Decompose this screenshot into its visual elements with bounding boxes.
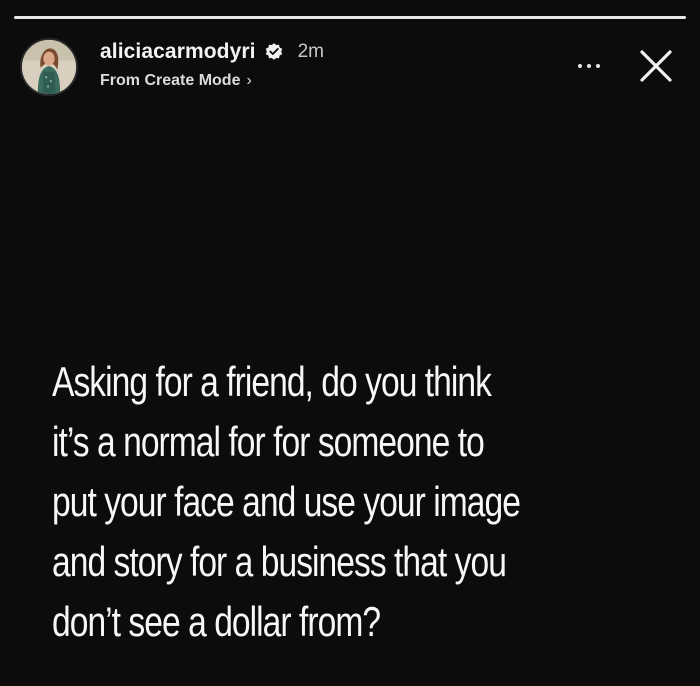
post-time: 2m (297, 41, 324, 62)
caption-line: Asking for a friend, do you think (52, 358, 492, 405)
progress-segment (14, 16, 686, 19)
caption-line: don’t see a dollar from? (52, 598, 381, 645)
story-header: aliciacarmodyri 2m From Create Mode › (20, 38, 680, 98)
more-dot (596, 64, 600, 68)
verified-badge-icon (264, 42, 284, 62)
story-viewer[interactable]: aliciacarmodyri 2m From Create Mode › As… (0, 0, 700, 686)
caption-line: put your face and use your image (52, 478, 521, 525)
more-dot (587, 64, 591, 68)
caption-line: it’s a normal for for someone to (52, 418, 485, 465)
create-mode-link[interactable]: From Create Mode › (100, 72, 252, 90)
more-horizontal-icon[interactable] (572, 54, 606, 78)
username[interactable]: aliciacarmodyri (100, 40, 256, 64)
caption-line: and story for a business that you (52, 538, 507, 585)
user-line: aliciacarmodyri 2m (100, 40, 324, 64)
avatar[interactable] (20, 38, 78, 96)
avatar-image (22, 40, 76, 94)
more-dot (578, 64, 582, 68)
story-caption: Asking for a friend, do you think it’s a… (52, 352, 548, 652)
story-progress-bar (14, 16, 686, 20)
subtitle: From Create Mode (100, 72, 241, 89)
close-icon[interactable] (632, 42, 680, 90)
chevron-right-icon: › (246, 72, 252, 89)
